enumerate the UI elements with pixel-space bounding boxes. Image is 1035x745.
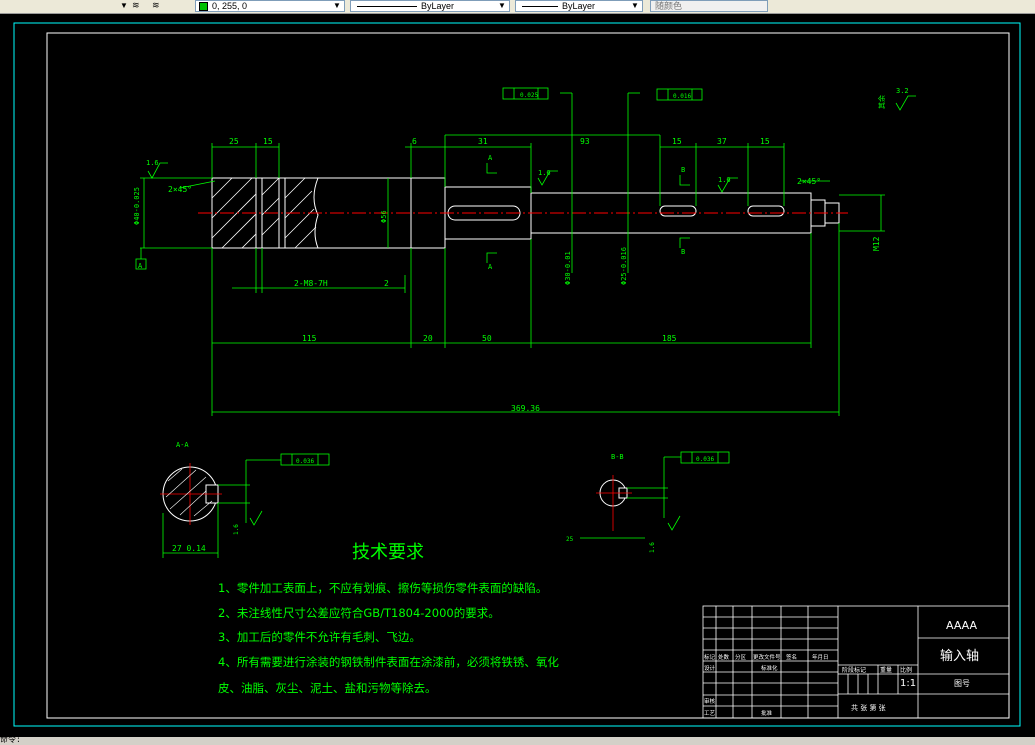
svg-text:Φ30-0.01: Φ30-0.01 [564,251,572,285]
scale-value: 1:1 [900,678,916,689]
color-dropdown-arrow-icon[interactable]: ▼ [331,0,343,12]
svg-text:2-M8-7H: 2-M8-7H [294,279,328,288]
plotstyle-value: 随颜色 [655,1,683,11]
color-value: 0, 255, 0 [212,1,248,11]
drawing-canvas[interactable]: 25 15 6 31 93 15 37 15 115 20 50 185 369… [0,13,1035,737]
svg-text:0.025: 0.025 [520,92,538,99]
svg-text:其余: 其余 [877,95,886,109]
tech-req-line-5: 皮、油脂、灰尘、泥土、盐和污物等除去。 [218,681,437,695]
svg-text:0.016: 0.016 [673,93,691,100]
svg-text:重量: 重量 [880,666,892,674]
company-name: AAAA [946,619,977,632]
svg-text:Φ40-0.025: Φ40-0.025 [133,187,141,225]
svg-text:Φ25-0.016: Φ25-0.016 [620,247,628,285]
svg-text:批准: 批准 [761,709,773,717]
svg-text:标记: 标记 [704,653,716,661]
svg-text:50: 50 [482,334,492,343]
svg-text:A: A [488,154,493,162]
dropdown-arrow-icon[interactable]: ▼ [118,0,130,12]
svg-text:标准化: 标准化 [761,664,778,672]
outer-frame [13,22,1021,727]
sheet-label: 共 张 第 张 [851,703,886,712]
linetype-dropdown-arrow-icon[interactable]: ▼ [496,0,508,12]
linetype-sample [357,6,417,8]
layer-states-icon[interactable]: ≋ [132,0,148,12]
svg-text:31: 31 [478,137,488,146]
svg-text:Φ56: Φ56 [380,210,388,223]
plotstyle-select[interactable]: 随颜色 [650,0,768,12]
part-name: 输入轴 [940,648,979,664]
svg-text:审核: 审核 [704,697,716,705]
title-block: AAAA 输入轴 1:1 图号 共 张 第 张 阶段标记 重量 比例 标记 处数… [702,605,1010,719]
inner-frame [46,32,1010,719]
layer-previous-icon[interactable]: ≋ [152,0,168,12]
linetype-select[interactable]: ByLayer [350,0,510,12]
svg-text:1.6: 1.6 [718,176,731,184]
properties-toolbar: ▼ ≋ ≋ 0, 255, 0 ▼ ByLayer ▼ ByLayer ▼ 随颜… [0,0,1035,14]
svg-text:15: 15 [672,137,682,146]
svg-text:2: 2 [384,279,389,288]
svg-text:1.6: 1.6 [649,542,656,553]
command-line[interactable]: 命令: [0,737,1035,745]
tech-req-line-2: 2、未注线性尺寸公差应符合GB/T1804-2000的要求。 [218,606,500,620]
svg-text:A-A: A-A [176,441,189,449]
svg-text:25: 25 [229,137,239,146]
svg-text:6: 6 [412,137,417,146]
svg-text:工艺: 工艺 [704,710,716,717]
drawing-no-label: 图号 [954,679,970,688]
svg-text:0.036: 0.036 [296,458,314,465]
lineweight-select[interactable]: ByLayer [515,0,643,12]
lineweight-value: ByLayer [562,1,596,11]
tech-req-title: 技术要求 [352,542,424,563]
svg-text:15: 15 [263,137,273,146]
svg-text:3.2: 3.2 [896,87,909,95]
color-select[interactable]: 0, 255, 0 [195,0,345,12]
svg-text:B: B [681,166,685,174]
dimension-texts: 25 15 6 31 93 15 37 15 115 20 50 185 369… [133,87,909,553]
svg-text:年月日: 年月日 [812,653,829,661]
svg-text:2×45°: 2×45° [168,185,192,194]
tech-req-line-1: 1、零件加工表面上，不应有划痕、擦伤等损伤零件表面的缺陷。 [218,581,547,595]
svg-text:20: 20 [423,334,433,343]
color-swatch-icon [199,2,208,11]
svg-text:设计: 设计 [704,664,716,672]
svg-text:27 0.14: 27 0.14 [172,544,206,553]
svg-text:115: 115 [302,334,317,343]
svg-text:B: B [681,248,685,256]
svg-text:2×45°: 2×45° [797,177,821,186]
svg-text:0.036: 0.036 [696,456,714,463]
lineweight-dropdown-arrow-icon[interactable]: ▼ [629,0,641,12]
section-view-bb: 25 1.6 [566,456,681,553]
svg-text:369.36: 369.36 [511,404,540,413]
svg-text:37: 37 [717,137,727,146]
lineweight-sample [522,6,558,8]
tech-req-line-4: 4、所有需要进行涂装的钢铁制件表面在涂漆前，必须将铁锈、氧化 [218,655,559,669]
svg-text:15: 15 [760,137,770,146]
svg-text:93: 93 [580,137,590,146]
svg-text:185: 185 [662,334,677,343]
svg-text:1.6: 1.6 [233,524,240,535]
tolerance-frames [280,87,730,466]
svg-text:比例: 比例 [900,666,912,674]
technical-requirements: 技术要求 1、零件加工表面上，不应有划痕、擦伤等损伤零件表面的缺陷。 2、未注线… [218,542,559,695]
svg-text:阶段标记: 阶段标记 [842,666,866,674]
linetype-value: ByLayer [421,1,455,11]
dimension-lines [135,92,916,416]
tech-req-line-3: 3、加工后的零件不允许有毛刺、飞边。 [218,630,421,644]
svg-text:签名: 签名 [786,653,797,661]
svg-text:更改文件号: 更改文件号 [753,653,781,661]
svg-text:B-B: B-B [611,453,624,461]
svg-text:处数: 处数 [718,653,730,661]
svg-text:分区: 分区 [735,653,747,661]
svg-text:A: A [488,263,493,271]
svg-text:1.6: 1.6 [538,169,551,177]
svg-text:M12: M12 [872,236,881,251]
command-prompt: 命令: [0,736,21,745]
svg-text:1.6: 1.6 [146,159,159,167]
svg-text:25: 25 [566,536,574,543]
